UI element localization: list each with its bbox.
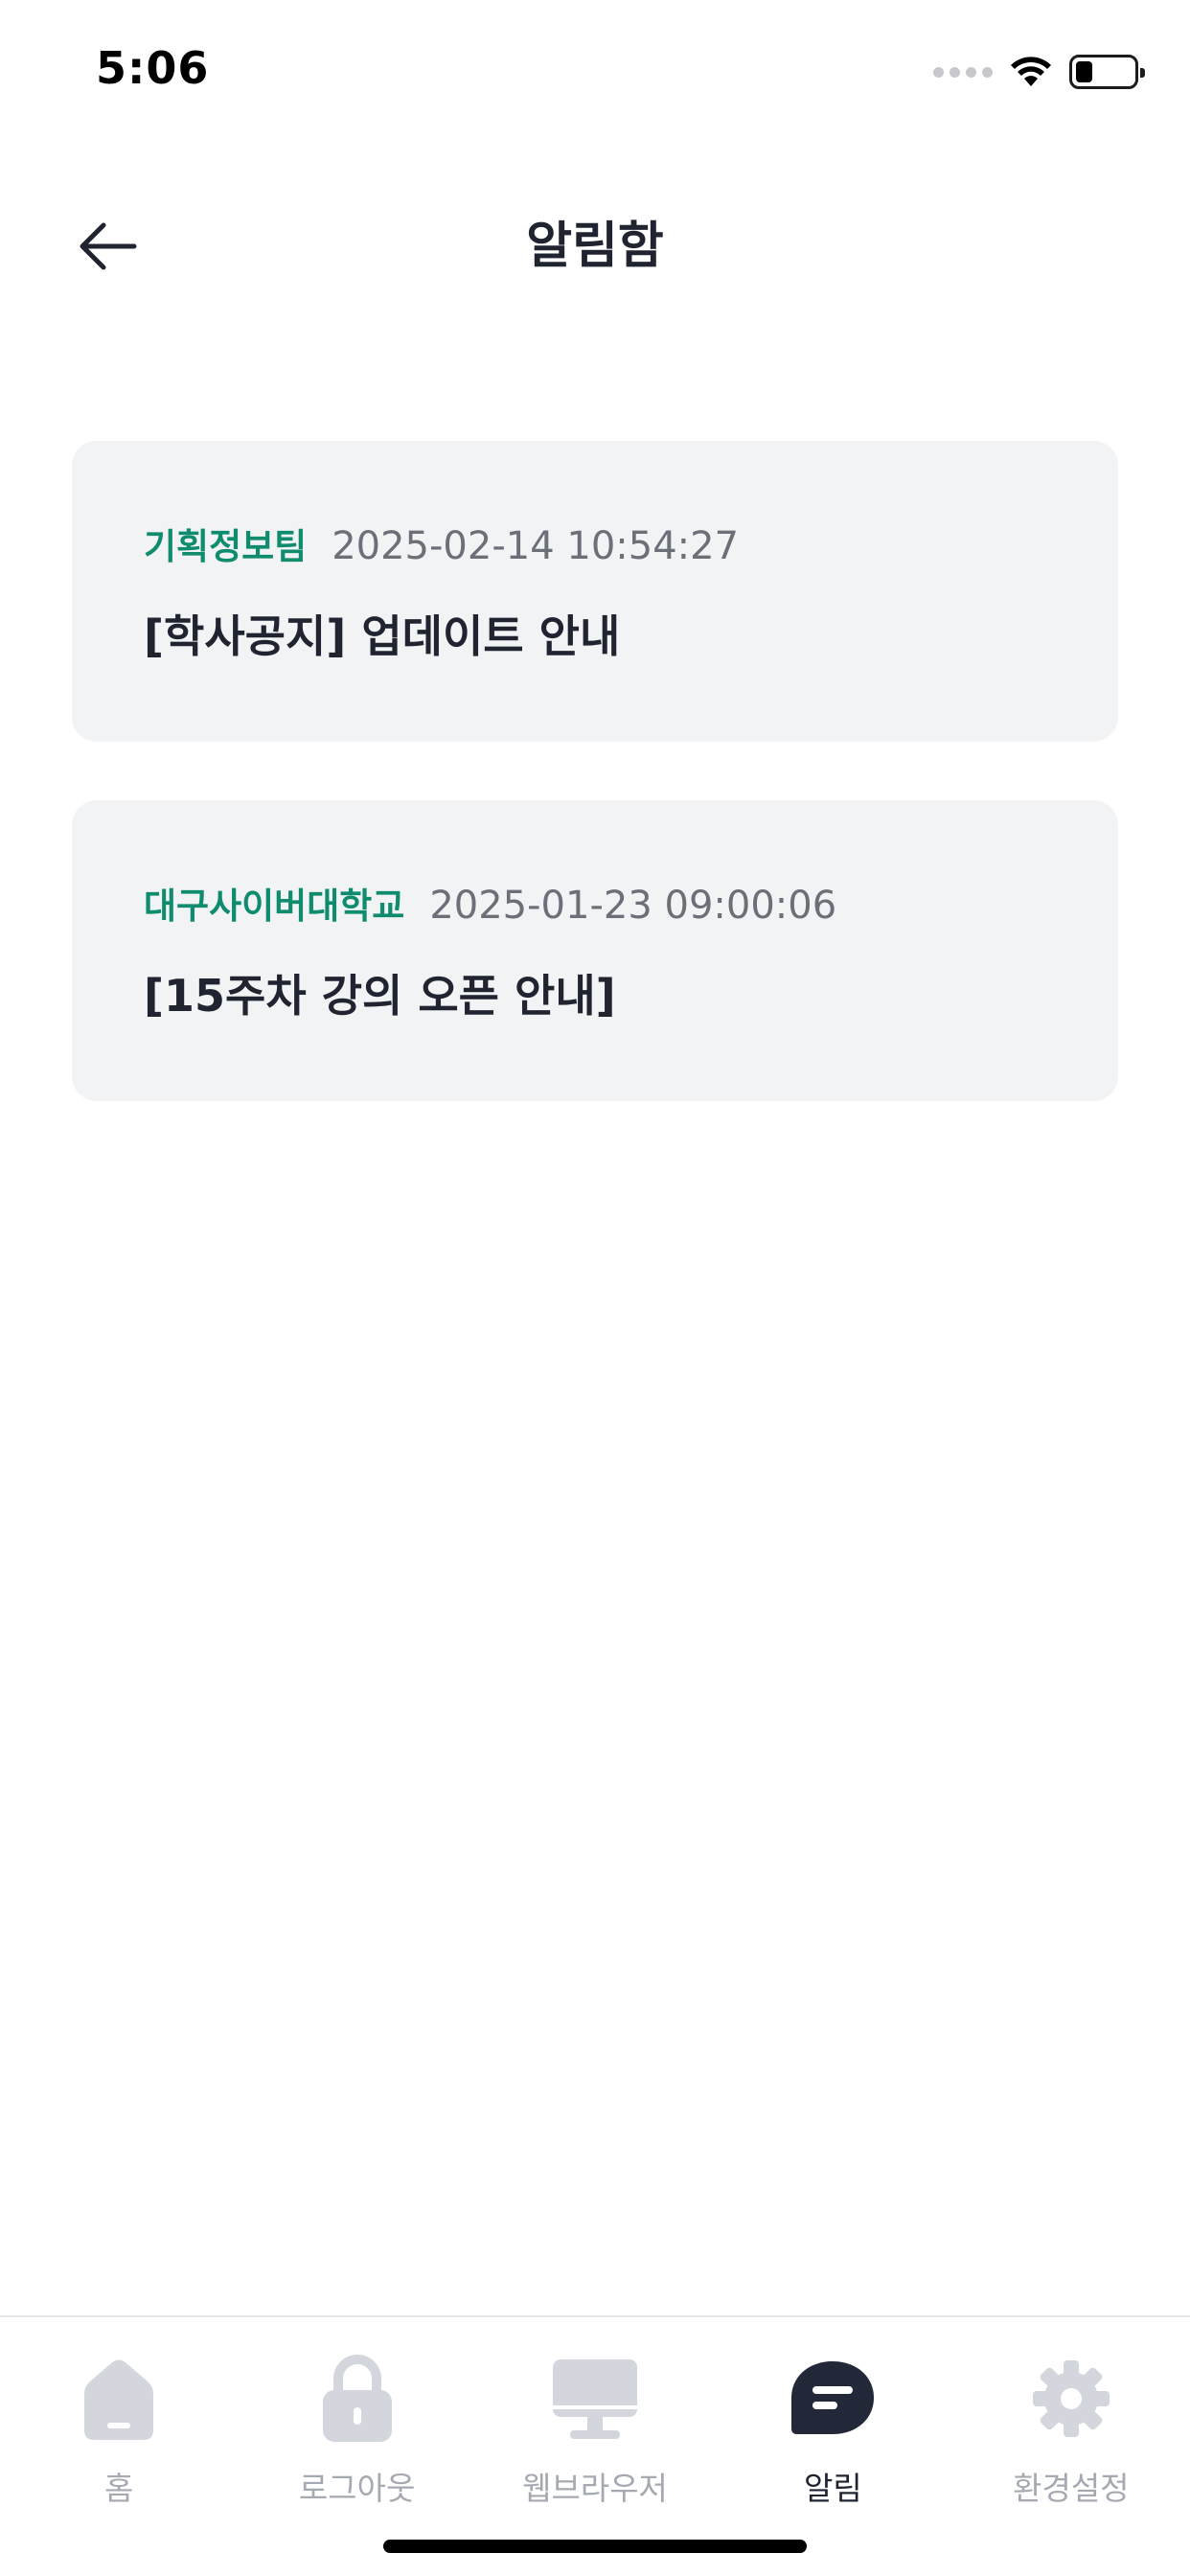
notification-screen: 5:06 알림함 기획정보팀 2025-02-14 10:54:27 [학사공지… bbox=[0, 0, 1190, 2576]
tab-logout[interactable]: 로그아웃 bbox=[238, 2355, 475, 2518]
tab-label: 환경설정 bbox=[1013, 2470, 1130, 2507]
tab-label: 웹브라우저 bbox=[522, 2470, 668, 2507]
notification-list: 기획정보팀 2025-02-14 10:54:27 [학사공지] 업데이트 안내… bbox=[72, 441, 1118, 1160]
tab-label: 로그아웃 bbox=[298, 2470, 416, 2507]
tab-notifications[interactable]: 알림 bbox=[714, 2356, 951, 2518]
bottom-tab-bar: 홈 로그아웃 웹브라우저 알림 환경설정 bbox=[0, 2315, 1190, 2576]
tab-home[interactable]: 홈 bbox=[0, 2356, 238, 2518]
tab-settings[interactable]: 환경설정 bbox=[952, 2356, 1190, 2518]
header: 알림함 bbox=[0, 192, 1190, 307]
tab-label: 홈 bbox=[104, 2470, 134, 2507]
notification-title: [학사공지] 업데이트 안내 bbox=[144, 610, 621, 662]
gear-icon bbox=[1032, 2360, 1110, 2437]
home-icon bbox=[84, 2359, 154, 2440]
notification-date: 2025-02-14 10:54:27 bbox=[332, 524, 740, 568]
cellular-signal-icon bbox=[933, 66, 993, 78]
lock-icon bbox=[322, 2355, 392, 2442]
tab-label: 알림 bbox=[804, 2470, 862, 2507]
status-time: 5:06 bbox=[96, 42, 210, 94]
wifi-icon bbox=[1011, 57, 1051, 86]
page-title: 알림함 bbox=[526, 218, 664, 275]
notification-title: [15주차 강의 오픈 안내] bbox=[144, 970, 616, 1022]
notification-meta: 기획정보팀 2025-02-14 10:54:27 bbox=[144, 518, 1118, 575]
notification-card[interactable]: 대구사이버대학교 2025-01-23 09:00:06 [15주차 강의 오픈… bbox=[72, 800, 1118, 1101]
battery-level bbox=[1076, 61, 1093, 82]
tab-web-browser[interactable]: 웹브라우저 bbox=[476, 2356, 714, 2518]
notice-icon bbox=[791, 2361, 875, 2434]
monitor-icon bbox=[553, 2359, 638, 2439]
notification-card[interactable]: 기획정보팀 2025-02-14 10:54:27 [학사공지] 업데이트 안내 bbox=[72, 441, 1118, 742]
battery-icon bbox=[1069, 55, 1145, 89]
notification-sender: 대구사이버대학교 bbox=[144, 886, 405, 927]
notification-sender: 기획정보팀 bbox=[144, 526, 308, 567]
home-indicator bbox=[383, 2540, 807, 2553]
notification-date: 2025-01-23 09:00:06 bbox=[429, 884, 837, 928]
status-icons bbox=[933, 48, 1145, 96]
status-bar: 5:06 bbox=[0, 0, 1190, 144]
notification-meta: 대구사이버대학교 2025-01-23 09:00:06 bbox=[144, 877, 1118, 934]
